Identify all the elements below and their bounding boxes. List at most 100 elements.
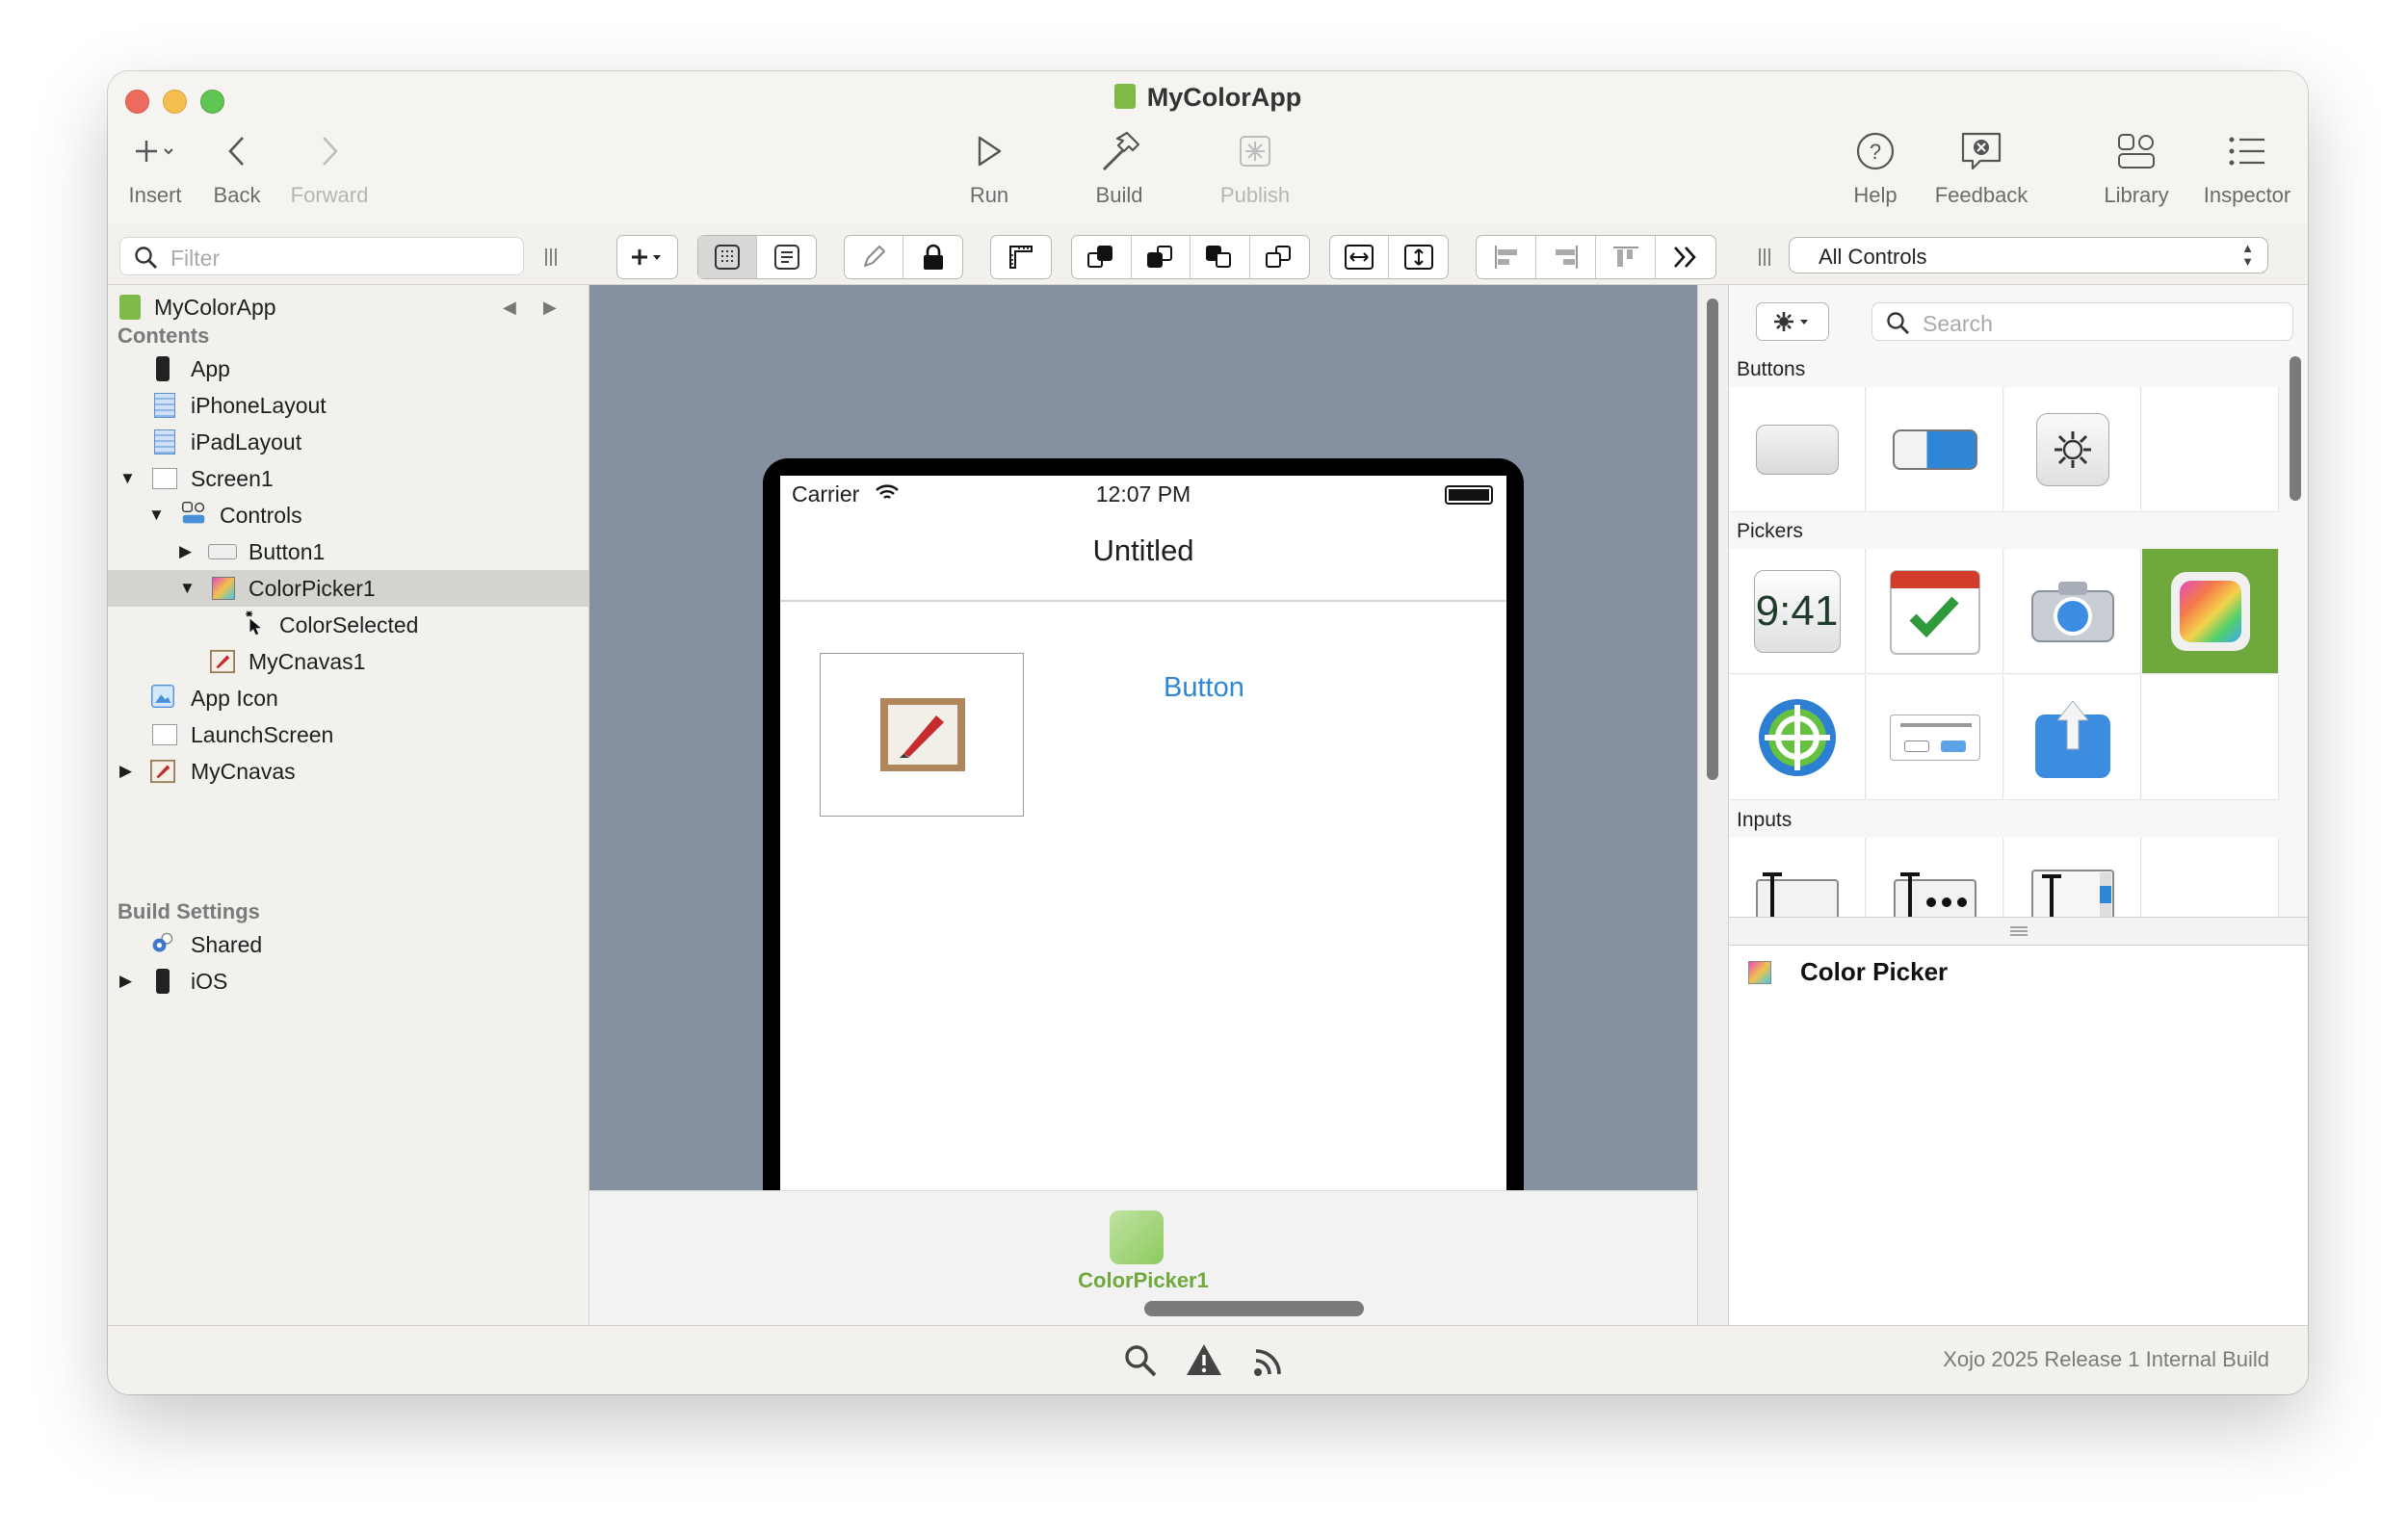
library-item-text-field[interactable] xyxy=(1729,838,1866,917)
library-item-password-field[interactable] xyxy=(1867,838,2003,917)
nav-item-colorselected[interactable]: ColorSelected xyxy=(108,607,589,643)
library-item-share[interactable] xyxy=(2004,675,2141,800)
nav-item-colorpicker1[interactable]: ▼ ColorPicker1 xyxy=(108,570,589,607)
vertical-scrollbar[interactable] xyxy=(1707,299,1718,780)
mycnavas1-control[interactable] xyxy=(820,653,1024,817)
ide-window: MyColorApp Insert Back Forward Run Build… xyxy=(108,71,2308,1394)
chevron-left-icon xyxy=(204,129,270,173)
run-button[interactable]: Run xyxy=(955,129,1023,221)
library-item-message-box[interactable] xyxy=(1867,675,2003,800)
nav-item-screen1[interactable]: ▼ Screen1 xyxy=(108,460,589,497)
nav-item-controls[interactable]: ▼ Controls xyxy=(108,497,589,533)
nav-item-app[interactable]: App xyxy=(108,351,589,387)
library-item-location[interactable] xyxy=(1729,675,1866,800)
library-item-toolbar-button[interactable] xyxy=(2004,387,2141,512)
publish-button[interactable]: Publish xyxy=(1212,129,1298,221)
hammer-icon xyxy=(1081,129,1158,173)
nav-item-iphonelayout[interactable]: iPhoneLayout xyxy=(108,387,589,424)
library-item-segmented[interactable] xyxy=(1867,387,2003,512)
gear-icon xyxy=(1774,312,1808,331)
layout-editor-canvas[interactable]: Carrier 12:07 PM Untitled Button xyxy=(589,285,1697,1190)
disclosure-closed-icon[interactable]: ▶ xyxy=(119,972,132,991)
feedback-button[interactable]: Feedback xyxy=(1919,129,2044,221)
nav-item-mycnavas1[interactable]: MyCnavas1 xyxy=(108,643,589,680)
insert-control-menu[interactable] xyxy=(616,235,678,279)
control-filter-value: All Controls xyxy=(1819,245,1927,269)
color-picker-icon xyxy=(2179,580,2241,642)
library-button[interactable]: Library xyxy=(2088,129,2185,221)
canvas-icon xyxy=(150,759,175,784)
disclosure-closed-icon[interactable]: ▶ xyxy=(119,762,132,781)
library-item-image-picker[interactable] xyxy=(2004,549,2141,674)
bring-to-front-icon[interactable] xyxy=(1072,236,1132,278)
help-button[interactable]: ? Help xyxy=(1842,129,1909,221)
disclosure-open-icon[interactable]: ▼ xyxy=(179,579,196,598)
crosshair-icon xyxy=(1758,698,1836,776)
nav-item-launchscreen[interactable]: LaunchScreen xyxy=(108,716,589,753)
send-backward-icon[interactable] xyxy=(1191,236,1250,278)
colorpicker1-tray-label[interactable]: ColorPicker1 xyxy=(589,1268,1697,1293)
nav-item-mycnavas[interactable]: ▶ MyCnavas xyxy=(108,753,589,790)
insert-button[interactable]: Insert xyxy=(118,129,193,221)
list-view-icon[interactable] xyxy=(757,236,816,278)
disclosure-open-icon[interactable]: ▼ xyxy=(119,469,136,488)
forward-button[interactable]: Forward xyxy=(281,129,378,221)
library-grid: Buttons Pickers 9:41 Inputs xyxy=(1729,349,2282,917)
library-splitter[interactable] xyxy=(1729,917,2308,946)
send-to-back-icon[interactable] xyxy=(1250,236,1310,278)
align-right-icon[interactable] xyxy=(1536,236,1596,278)
window-title: MyColorApp xyxy=(108,83,2308,113)
library-item-calendar-picker[interactable] xyxy=(1867,549,2003,674)
inspector-button[interactable]: Inspector xyxy=(2194,129,2300,221)
navigator-filter-input[interactable]: Filter xyxy=(119,237,524,275)
control-filter-select[interactable]: All Controls ▲ ▼ xyxy=(1789,237,2268,273)
nav-item-shared[interactable]: Shared xyxy=(108,926,589,963)
battery-icon xyxy=(1445,485,1493,505)
library-item-text-area[interactable] xyxy=(2004,838,2141,917)
horizontal-scrollbar[interactable] xyxy=(1144,1301,1364,1316)
library-splitter-icon[interactable] xyxy=(1757,247,1772,268)
library-item-button[interactable] xyxy=(1729,387,1866,512)
fit-height-icon[interactable] xyxy=(1389,236,1448,278)
library-scrollbar[interactable] xyxy=(2290,356,2301,501)
library-empty-cell xyxy=(2142,675,2279,800)
align-top-icon[interactable] xyxy=(1596,236,1656,278)
rss-icon[interactable] xyxy=(1252,1343,1287,1378)
nav-item-ios[interactable]: ▶ iOS xyxy=(108,963,589,1000)
nav-item-app-icon[interactable]: App Icon xyxy=(108,680,589,716)
library-search-input[interactable]: Search xyxy=(1871,302,2293,341)
button1-control[interactable]: Button xyxy=(1164,672,1244,704)
ruler-icon[interactable] xyxy=(991,236,1051,278)
help-icon: ? xyxy=(1842,129,1909,173)
library-item-color-picker[interactable] xyxy=(2142,549,2279,674)
colorpicker1-tray-icon[interactable] xyxy=(1110,1210,1164,1264)
bring-forward-icon[interactable] xyxy=(1132,236,1191,278)
nav-bar-title: Untitled xyxy=(1092,533,1194,567)
search-icon[interactable] xyxy=(1123,1343,1158,1378)
pane-splitter-icon[interactable] xyxy=(543,247,559,268)
pencil-icon[interactable] xyxy=(845,236,904,278)
build-button[interactable]: Build xyxy=(1081,129,1158,221)
back-button[interactable]: Back xyxy=(204,129,270,221)
fit-width-icon[interactable] xyxy=(1330,236,1390,278)
project-row[interactable]: MyColorApp ◀ ▶ xyxy=(108,289,589,325)
list-icon xyxy=(2194,129,2300,173)
more-chevron-icon[interactable] xyxy=(1656,236,1715,278)
nav-item-button1[interactable]: ▶ Button1 xyxy=(108,533,589,570)
warning-icon[interactable] xyxy=(1185,1341,1223,1378)
library-settings-menu[interactable] xyxy=(1756,302,1829,341)
disclosure-open-icon[interactable]: ▼ xyxy=(148,506,165,525)
library-item-datetime-picker[interactable]: 9:41 xyxy=(1729,549,1866,674)
nav-item-ipadlayout[interactable]: iPadLayout xyxy=(108,424,589,460)
screen1-layout[interactable]: Carrier 12:07 PM Untitled Button xyxy=(780,476,1506,1190)
help-label: Help xyxy=(1853,183,1898,207)
nav-forward-icon[interactable]: ▶ xyxy=(543,298,557,318)
align-left-icon[interactable] xyxy=(1477,236,1536,278)
nav-back-icon[interactable]: ◀ xyxy=(503,298,516,318)
grid-view-icon[interactable] xyxy=(698,236,758,278)
build-settings-header: Build Settings xyxy=(118,899,260,923)
plus-menu-icon[interactable] xyxy=(617,236,677,278)
lock-icon[interactable] xyxy=(903,236,962,278)
disclosure-closed-icon[interactable]: ▶ xyxy=(179,542,192,561)
plus-icon xyxy=(118,129,193,173)
